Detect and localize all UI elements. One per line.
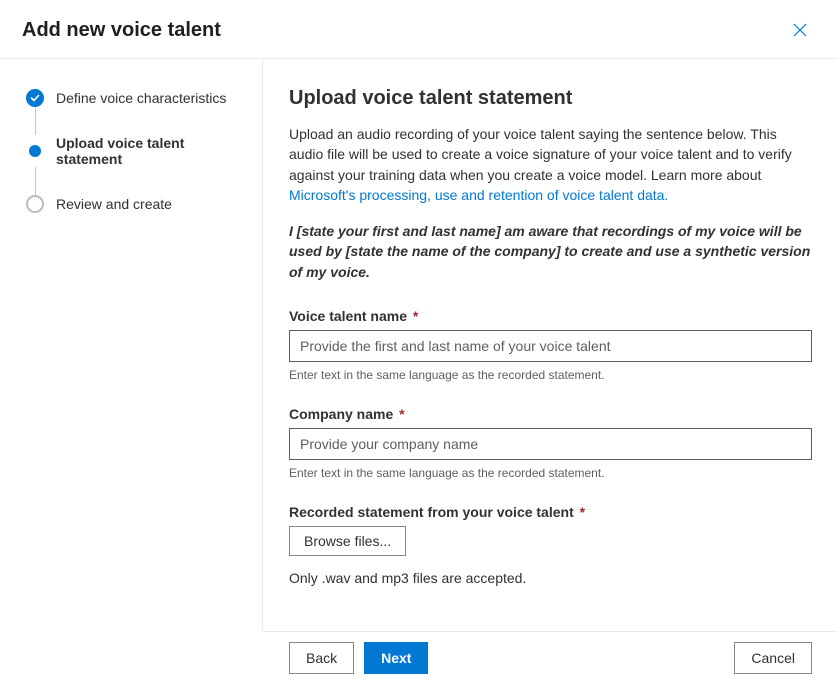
dialog-root: Add new voice talent Define voice charac… [0, 0, 838, 684]
close-button[interactable] [784, 14, 816, 46]
next-button[interactable]: Next [364, 642, 428, 674]
step-connector [35, 167, 36, 195]
page-heading: Upload voice talent statement [289, 87, 812, 110]
field-recorded-statement: Recorded statement from your voice talen… [289, 504, 812, 586]
close-icon [793, 23, 807, 37]
recorded-statement-helper: Only .wav and mp3 files are accepted. [289, 570, 812, 586]
current-step-icon [26, 142, 44, 160]
label-text: Recorded statement from your voice talen… [289, 504, 574, 520]
cancel-button[interactable]: Cancel [734, 642, 812, 674]
stepper: Define voice characteristics Upload voic… [0, 59, 263, 631]
check-circle-icon [26, 89, 44, 107]
learn-more-link[interactable]: Microsoft's processing, use and retentio… [289, 187, 668, 203]
intro-text: Upload an audio recording of your voice … [289, 126, 792, 183]
footer-left: Back Next [289, 642, 428, 674]
voice-talent-name-input[interactable] [289, 330, 812, 362]
field-voice-talent-name: Voice talent name * Enter text in the sa… [289, 308, 812, 382]
step-label: Upload voice talent statement [56, 135, 244, 167]
dialog-header: Add new voice talent [0, 0, 838, 59]
voice-talent-name-label: Voice talent name * [289, 308, 812, 324]
dialog-body: Define voice characteristics Upload voic… [0, 59, 838, 631]
company-name-helper: Enter text in the same language as the r… [289, 466, 812, 480]
voice-talent-name-helper: Enter text in the same language as the r… [289, 368, 812, 382]
browse-files-button[interactable]: Browse files... [289, 526, 406, 556]
content-pane: Upload voice talent statement Upload an … [263, 59, 838, 631]
company-name-label: Company name * [289, 406, 812, 422]
step-label: Define voice characteristics [56, 90, 226, 106]
pending-step-icon [26, 195, 44, 213]
step-define-voice-characteristics[interactable]: Define voice characteristics [26, 89, 244, 107]
label-text: Voice talent name [289, 308, 407, 324]
dialog-footer: Back Next Cancel [263, 631, 838, 684]
recorded-statement-label: Recorded statement from your voice talen… [289, 504, 812, 520]
required-mark: * [413, 308, 418, 324]
company-name-input[interactable] [289, 428, 812, 460]
footer-right: Cancel [734, 642, 812, 674]
intro-paragraph: Upload an audio recording of your voice … [289, 124, 812, 205]
label-text: Company name [289, 406, 393, 422]
step-label: Review and create [56, 196, 172, 212]
back-button[interactable]: Back [289, 642, 354, 674]
required-mark: * [580, 504, 585, 520]
step-connector [35, 107, 36, 135]
step-review-and-create[interactable]: Review and create [26, 195, 244, 213]
statement-text: I [state your first and last name] am aw… [289, 221, 812, 282]
step-upload-voice-talent-statement[interactable]: Upload voice talent statement [26, 135, 244, 167]
dialog-title: Add new voice talent [22, 19, 221, 42]
field-company-name: Company name * Enter text in the same la… [289, 406, 812, 480]
required-mark: * [399, 406, 404, 422]
